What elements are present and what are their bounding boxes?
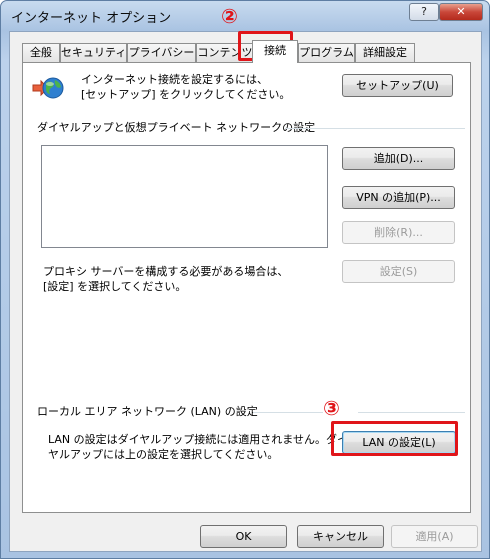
window-title: インターネット オプション <box>11 11 172 26</box>
connections-panel: インターネット接続を設定するには、 [セットアップ] をクリックしてください。 … <box>22 62 471 513</box>
dialup-connections-list[interactable] <box>41 145 328 248</box>
tab-security[interactable]: セキュリティ <box>60 43 127 62</box>
lan-group-divider-right <box>358 412 465 413</box>
globe-connect-icon <box>32 77 64 99</box>
setup-description-line1: インターネット接続を設定するには、 <box>81 73 268 86</box>
ok-button[interactable]: OK <box>200 525 287 548</box>
step-3-marker: ③ <box>323 396 340 420</box>
tab-privacy[interactable]: プライバシー <box>127 43 196 62</box>
title-bar[interactable]: インターネット オプション ? ✕ <box>1 1 489 31</box>
tab-content[interactable]: コンテンツ <box>196 43 254 62</box>
dialup-group-divider <box>285 128 465 129</box>
lan-settings-button[interactable]: LAN の設定(L) <box>342 431 456 454</box>
setup-button[interactable]: セットアップ(U) <box>342 74 453 97</box>
tab-programs[interactable]: プログラム <box>298 43 355 62</box>
add-vpn-button[interactable]: VPN の追加(P)... <box>342 186 455 209</box>
internet-options-window: インターネット オプション ? ✕ 全般 セキュリティ プライバシー コンテンツ… <box>0 0 490 559</box>
tab-general[interactable]: 全般 <box>22 43 60 62</box>
apply-button[interactable]: 適用(A) <box>391 525 478 548</box>
proxy-description-line1: プロキシ サーバーを構成する必要がある場合は、 <box>43 265 289 278</box>
dialup-group-title: ダイヤルアップと仮想プライベート ネットワークの設定 <box>37 121 316 134</box>
settings-button[interactable]: 設定(S) <box>342 260 455 283</box>
close-button[interactable]: ✕ <box>439 3 483 21</box>
tab-advanced[interactable]: 詳細設定 <box>355 43 415 62</box>
add-button[interactable]: 追加(D)... <box>342 147 455 170</box>
lan-description-line1: LAN の設定はダイヤルアップ接続には適用されません。ダイ <box>48 433 348 446</box>
lan-group-title: ローカル エリア ネットワーク (LAN) の設定 <box>37 405 258 418</box>
step-2-marker: ② <box>221 4 238 28</box>
cancel-button[interactable]: キャンセル <box>297 525 384 548</box>
tab-connections[interactable]: 接続 <box>252 40 298 63</box>
lan-description-line2: ヤルアップには上の設定を選択してください。 <box>48 448 279 461</box>
help-button[interactable]: ? <box>409 3 439 21</box>
dialog-client-area: 全般 セキュリティ プライバシー コンテンツ 接続 プログラム 詳細設定 インタ… <box>9 31 482 552</box>
setup-description-line2: [セットアップ] をクリックしてください。 <box>81 88 291 101</box>
lan-group-divider <box>253 412 323 413</box>
remove-button[interactable]: 削除(R)... <box>342 221 455 244</box>
proxy-description-line2: [設定] を選択してください。 <box>43 280 187 293</box>
